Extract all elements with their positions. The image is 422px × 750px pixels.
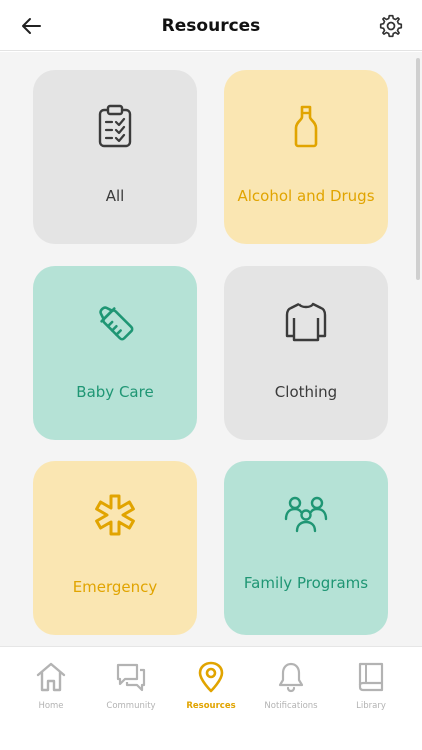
map-pin-icon	[195, 661, 227, 697]
tab-library[interactable]: Library	[329, 661, 413, 711]
scrollbar[interactable]	[416, 58, 420, 280]
tab-community[interactable]: Community	[89, 661, 173, 711]
tab-home[interactable]: Home	[9, 661, 93, 711]
tile-label: All	[105, 187, 125, 205]
shirt-icon	[224, 300, 388, 344]
tile-label: Emergency	[72, 578, 158, 596]
gear-icon[interactable]	[378, 13, 404, 39]
page-title: Resources	[161, 16, 261, 36]
chat-icon	[115, 661, 147, 697]
tab-notifications[interactable]: Notifications	[249, 661, 333, 711]
tab-label: Resources	[186, 701, 236, 711]
bell-icon	[275, 661, 307, 697]
medical-star-icon	[33, 493, 197, 537]
tab-label: Library	[356, 701, 386, 711]
tab-label: Community	[106, 701, 156, 711]
tile-label: Baby Care	[76, 383, 154, 401]
tile-clothing[interactable]: Clothing	[224, 266, 388, 440]
tile-all[interactable]: All	[33, 70, 197, 244]
tab-label: Home	[38, 701, 64, 711]
tile-alcohol-and-drugs[interactable]: Alcohol and Drugs	[224, 70, 388, 244]
tile-baby-care[interactable]: Baby Care	[33, 266, 197, 440]
bottle-icon	[224, 104, 388, 148]
tab-resources[interactable]: Resources	[169, 661, 253, 711]
tile-label: Family Programs	[243, 574, 369, 592]
baby-bottle-icon	[33, 300, 197, 344]
resource-grid: All Alcohol and Drugs Baby Care Clothing…	[0, 52, 422, 646]
bottom-tab-bar: Home Community Resources Notifications L…	[0, 646, 422, 750]
tab-label: Notifications	[264, 701, 318, 711]
book-icon	[355, 661, 387, 697]
tile-family-programs[interactable]: Family Programs	[224, 461, 388, 635]
clipboard-checklist-icon	[33, 104, 197, 148]
tile-label: Alcohol and Drugs	[237, 187, 375, 205]
tile-label: Clothing	[274, 383, 338, 401]
home-icon	[35, 661, 67, 697]
top-app-bar: Resources	[0, 0, 422, 51]
family-icon	[224, 495, 388, 533]
tile-emergency[interactable]: Emergency	[33, 461, 197, 635]
